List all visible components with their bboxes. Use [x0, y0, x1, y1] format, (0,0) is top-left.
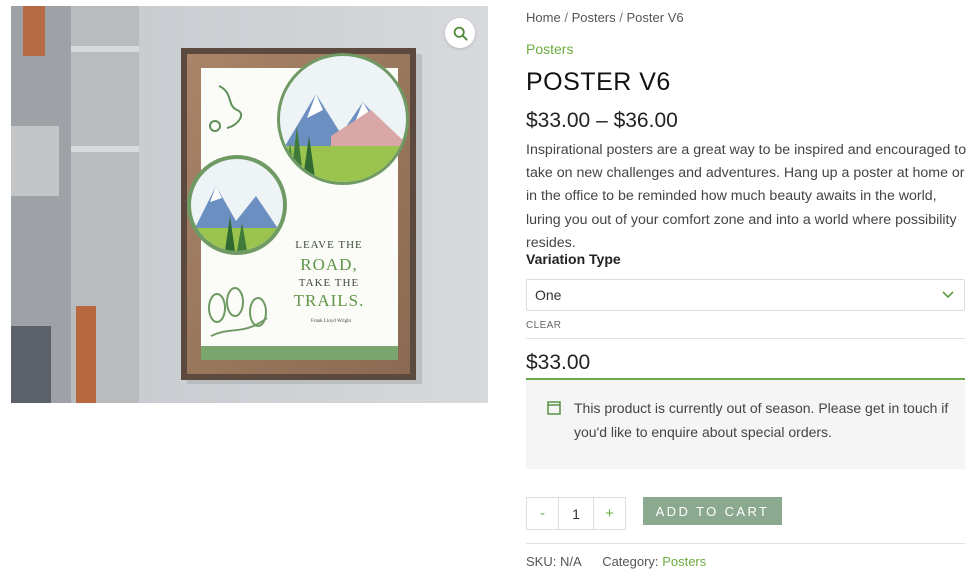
- chevron-down-icon: [942, 291, 954, 299]
- sku-label: SKU:: [526, 554, 557, 569]
- variation-price: $33.00: [526, 351, 591, 374]
- product-category-link[interactable]: Posters: [526, 41, 573, 57]
- divider: [526, 338, 965, 339]
- product-gallery[interactable]: LEAVE THE ROAD, TAKE THE TRAILS. Frank L…: [11, 6, 488, 403]
- notice-text: This product is currently out of season.…: [574, 400, 949, 440]
- magnifier-icon: [453, 26, 468, 41]
- zoom-button[interactable]: [445, 18, 475, 48]
- breadcrumb: Home / Posters / Poster V6: [526, 10, 684, 25]
- category-link[interactable]: Posters: [662, 554, 706, 569]
- quantity-input[interactable]: 1: [558, 498, 594, 529]
- category-label: Category:: [602, 554, 659, 569]
- variation-type-select[interactable]: One: [526, 279, 965, 311]
- product-meta: SKU: N/A Category: Posters: [526, 554, 706, 569]
- breadcrumb-home[interactable]: Home: [526, 10, 561, 25]
- breadcrumb-category[interactable]: Posters: [572, 10, 616, 25]
- breadcrumb-separator: /: [564, 10, 568, 25]
- breadcrumb-current: Poster V6: [626, 10, 684, 25]
- poster-line-2: ROAD,: [300, 255, 357, 274]
- product-price-range: $33.00 – $36.00: [526, 109, 678, 132]
- clear-variation-link[interactable]: CLEAR: [526, 320, 561, 331]
- quantity-increase-button[interactable]: +: [594, 498, 625, 529]
- product-description: Inspirational posters are a great way to…: [526, 142, 967, 251]
- out-of-season-notice: This product is currently out of season.…: [526, 378, 965, 469]
- variation-selected-value: One: [535, 287, 562, 303]
- product-title: POSTER V6: [526, 68, 671, 96]
- breadcrumb-separator: /: [619, 10, 623, 25]
- window-icon: [547, 401, 561, 415]
- quantity-stepper: - 1 +: [526, 497, 626, 530]
- poster-author: Frank Lloyd Wright: [311, 319, 352, 324]
- variation-type-label: Variation Type: [526, 251, 621, 267]
- quantity-decrease-button[interactable]: -: [527, 498, 558, 529]
- add-to-cart-button[interactable]: ADD TO CART: [643, 497, 782, 525]
- divider: [526, 543, 965, 544]
- sku-value: N/A: [559, 554, 581, 569]
- poster-line-3: TAKE THE: [299, 277, 359, 289]
- product-image[interactable]: LEAVE THE ROAD, TAKE THE TRAILS. Frank L…: [11, 6, 488, 403]
- poster-line-4: TRAILS.: [294, 291, 365, 310]
- poster-line-1: LEAVE THE: [295, 239, 363, 251]
